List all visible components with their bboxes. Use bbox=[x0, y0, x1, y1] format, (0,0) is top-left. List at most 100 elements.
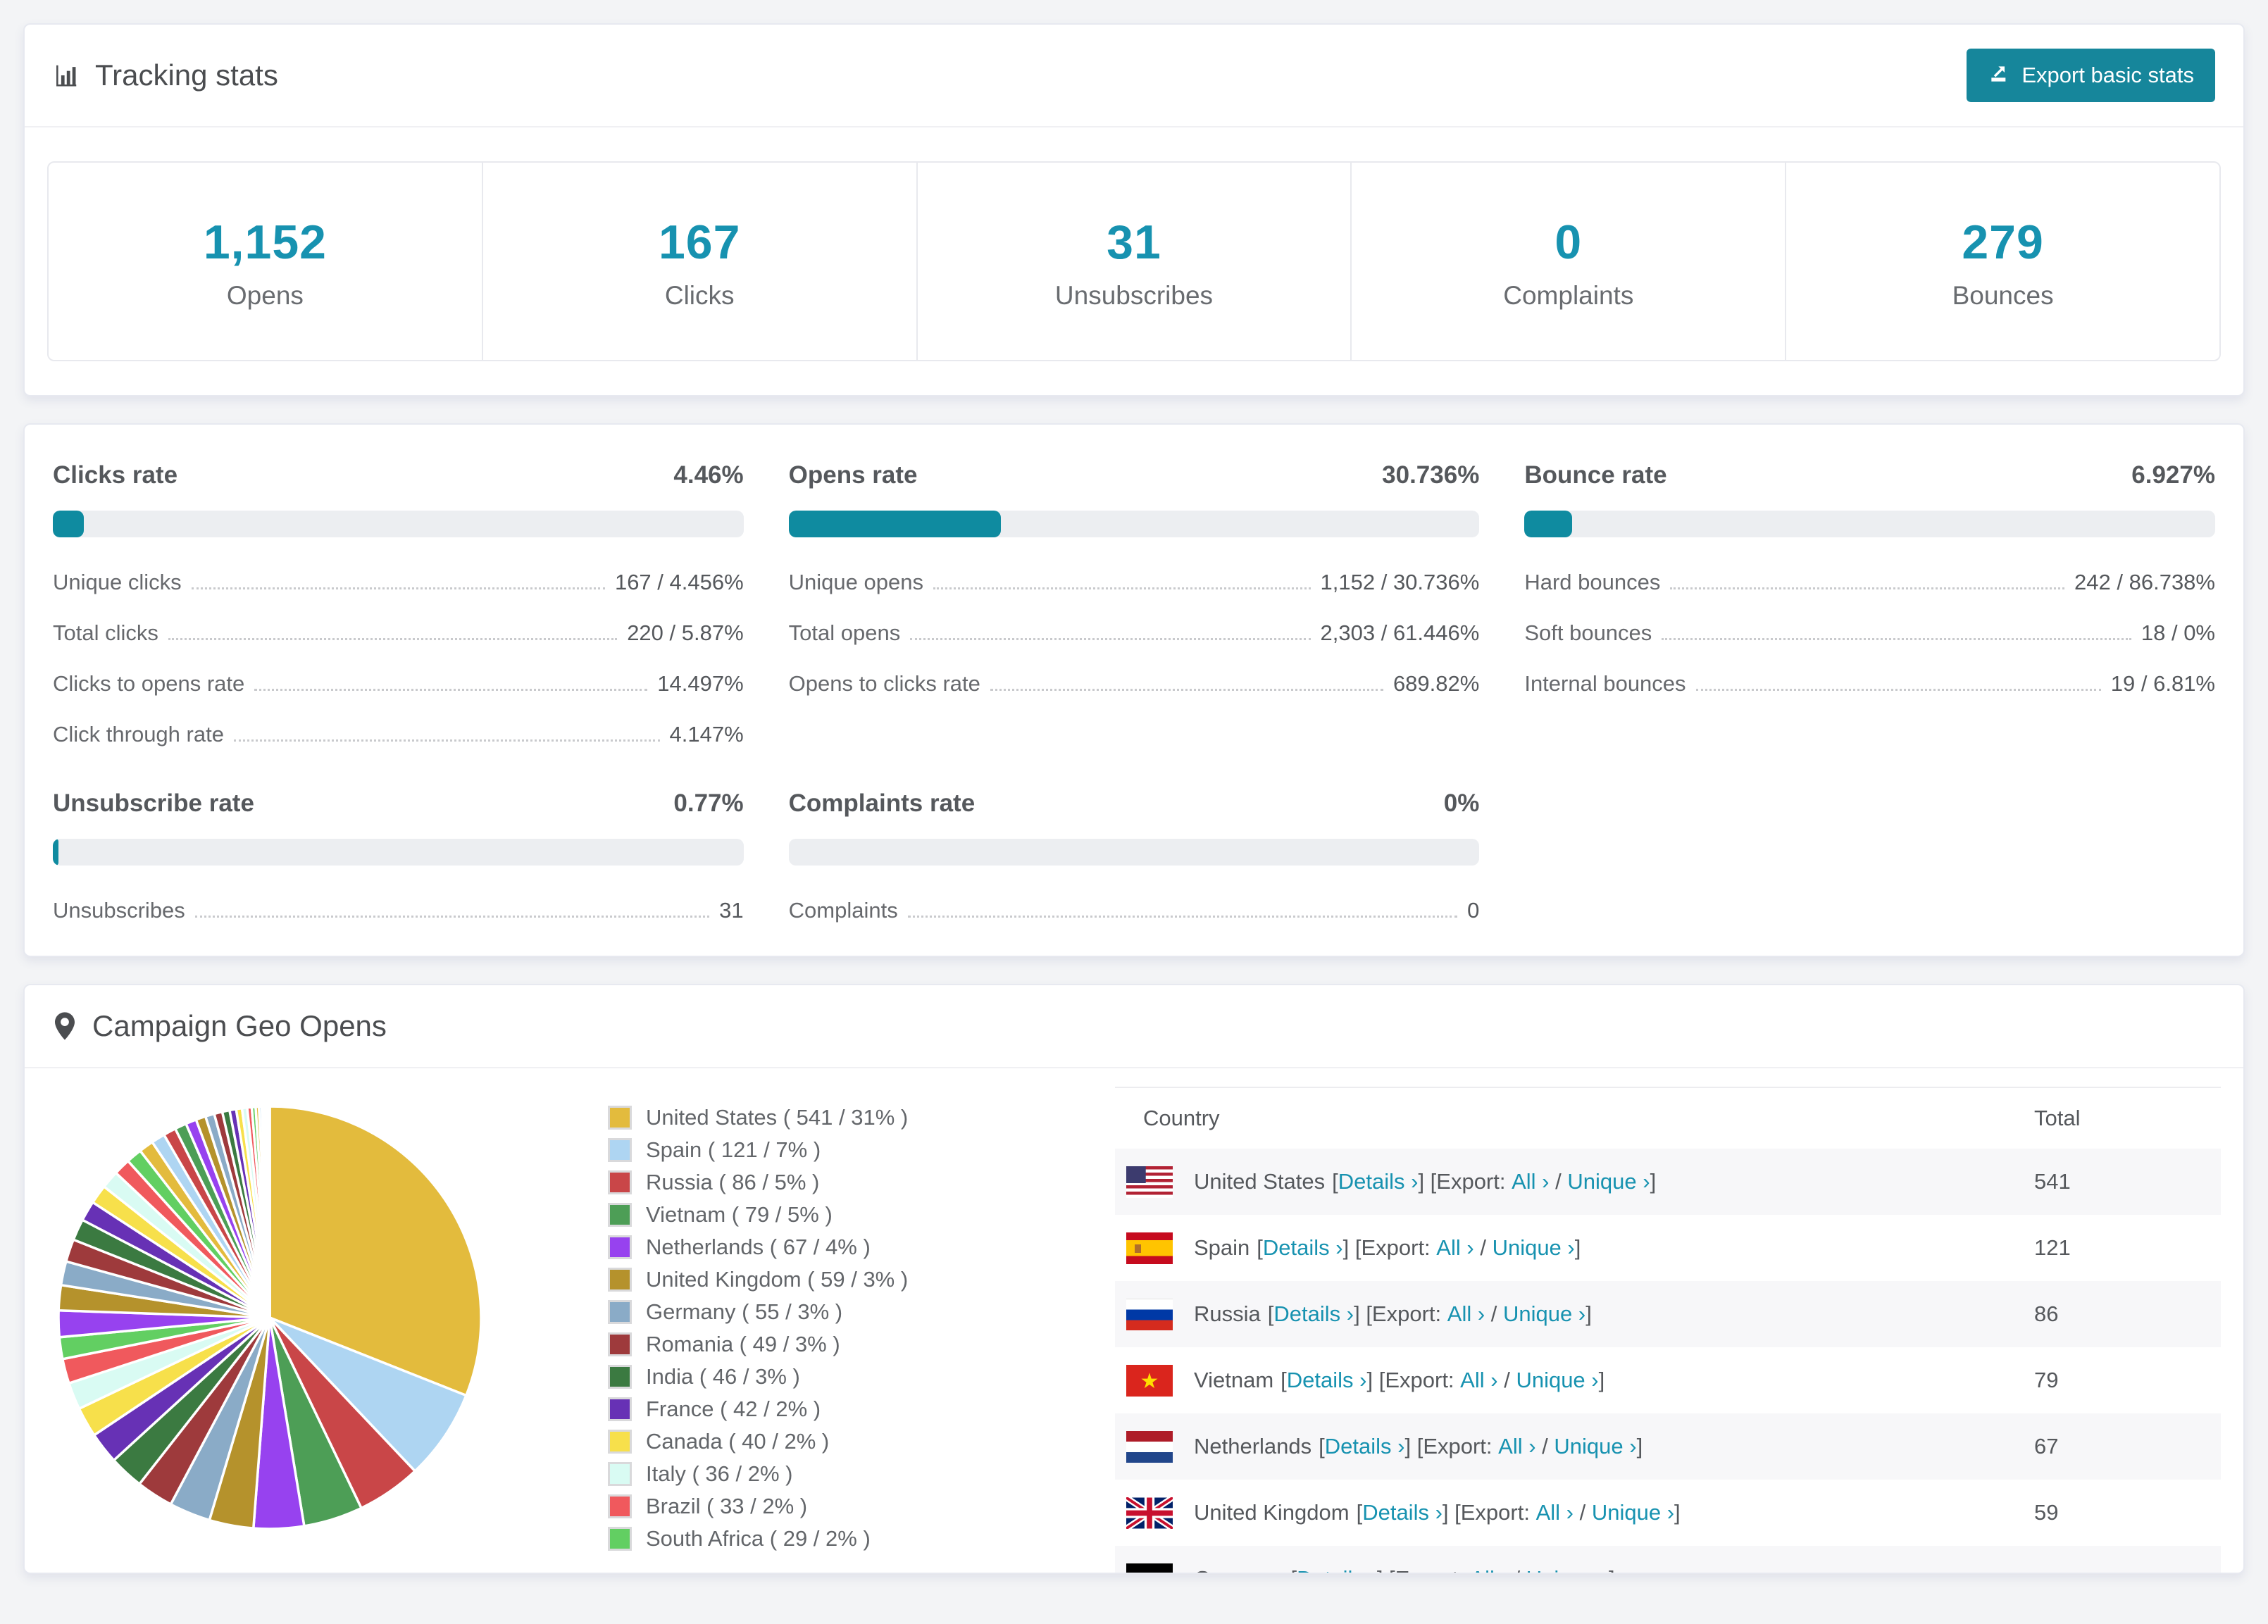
details-link[interactable]: Details › bbox=[1263, 1235, 1343, 1260]
metric-row: Opens to clicks rate 689.82% bbox=[788, 671, 1480, 696]
legend-item: Russia ( 86 / 5% ) bbox=[608, 1170, 1002, 1195]
export-all-link[interactable]: All › bbox=[1498, 1434, 1535, 1459]
unsubscribe-rate-block: Unsubscribe rate 0.77% Unsubscribes 31 bbox=[53, 789, 744, 923]
bounces-count: 279 bbox=[1962, 216, 2044, 269]
export-all-link[interactable]: All › bbox=[1447, 1301, 1485, 1326]
export-all-link[interactable]: All › bbox=[1436, 1235, 1473, 1260]
stat-clicks: 167 Clicks bbox=[483, 163, 918, 360]
export-unique-link[interactable]: Unique › bbox=[1516, 1368, 1598, 1392]
clicks-rate-value: 4.46% bbox=[673, 461, 744, 489]
complaints-rate-value: 0% bbox=[1443, 789, 1480, 817]
bounce-rate-block: Bounce rate 6.927% Hard bounces 242 / 86.… bbox=[1524, 461, 2215, 696]
legend-item: Vietnam ( 79 / 5% ) bbox=[608, 1202, 1002, 1228]
geo-pie-container bbox=[51, 1094, 502, 1548]
rates-grid: Clicks rate 4.46% Unique clicks 167 / 4.4… bbox=[25, 425, 2243, 956]
legend-item: Canada ( 40 / 2% ) bbox=[608, 1429, 1002, 1454]
stat-unsubscribes: 31 Unsubscribes bbox=[918, 163, 1352, 360]
export-all-link[interactable]: All › bbox=[1460, 1368, 1497, 1392]
opens-rate-block: Opens rate 30.736% Unique opens 1,152 / 3… bbox=[788, 461, 1480, 696]
stats-row: 1,152 Opens 167 Clicks 31 Unsubscribes 0… bbox=[47, 161, 2221, 361]
metric-row: Internal bounces 19 / 6.81% bbox=[1524, 671, 2215, 696]
details-link[interactable]: Details › bbox=[1287, 1368, 1367, 1392]
unsubscribes-count: 31 bbox=[1107, 216, 1161, 269]
legend-swatch bbox=[608, 1397, 632, 1421]
export-all-link[interactable]: All › bbox=[1470, 1566, 1507, 1573]
metric-row: Soft bounces 18 / 0% bbox=[1524, 620, 2215, 645]
export-basic-stats-button[interactable]: Export basic stats bbox=[1967, 49, 2215, 102]
clicks-rate-block: Clicks rate 4.46% Unique clicks 167 / 4.4… bbox=[53, 461, 744, 747]
export-all-link[interactable]: All › bbox=[1512, 1169, 1549, 1194]
complaints-rate-block: Complaints rate 0% Complaints 0 bbox=[788, 789, 1480, 923]
legend-swatch bbox=[608, 1138, 632, 1162]
legend-swatch bbox=[608, 1527, 632, 1551]
legend-swatch bbox=[608, 1268, 632, 1292]
details-link[interactable]: Details › bbox=[1338, 1169, 1419, 1194]
bar-chart-icon bbox=[53, 62, 80, 89]
opens-rate-progressbar bbox=[788, 511, 1480, 537]
vietnam-flag-icon bbox=[1126, 1364, 1173, 1397]
bounce-rate-value: 6.927% bbox=[2131, 461, 2215, 489]
export-unique-link[interactable]: Unique › bbox=[1493, 1235, 1575, 1260]
total-cell: 59 bbox=[2034, 1500, 2059, 1525]
total-column-header: Total bbox=[2034, 1106, 2081, 1130]
metric-row: Complaints 0 bbox=[788, 898, 1480, 923]
export-all-link[interactable]: All › bbox=[1536, 1500, 1574, 1525]
stat-bounces: 279 Bounces bbox=[1786, 163, 2219, 360]
uk-flag-icon bbox=[1126, 1497, 1173, 1529]
total-cell: 79 bbox=[2034, 1368, 2059, 1392]
clicks-count: 167 bbox=[658, 216, 741, 269]
details-link[interactable]: Details › bbox=[1362, 1500, 1443, 1525]
table-row: Russia [Details ›] [Export: All › / Uniqu… bbox=[1115, 1281, 2221, 1347]
metric-row: Total opens 2,303 / 61.446% bbox=[788, 620, 1480, 645]
russia-flag-icon bbox=[1126, 1298, 1173, 1330]
table-row: Vietnam[Details ›] [Export: All › / Uniq… bbox=[1115, 1347, 2221, 1413]
geo-title: Campaign Geo Opens bbox=[53, 1009, 387, 1043]
legend-swatch bbox=[608, 1203, 632, 1227]
export-unique-link[interactable]: Unique › bbox=[1592, 1500, 1674, 1525]
map-pin-icon bbox=[53, 1011, 77, 1041]
legend-item: Netherlands ( 67 / 4% ) bbox=[608, 1235, 1002, 1260]
geo-country-table: Country Total United States [Details ›] [… bbox=[1115, 1087, 2221, 1573]
clicks-rate-progressbar bbox=[53, 511, 744, 537]
export-unique-link[interactable]: Unique › bbox=[1526, 1566, 1609, 1573]
total-cell: 541 bbox=[2034, 1169, 2071, 1194]
details-link[interactable]: Details › bbox=[1297, 1566, 1377, 1573]
legend-item: Romania ( 49 / 3% ) bbox=[608, 1332, 1002, 1357]
legend-swatch bbox=[608, 1170, 632, 1194]
complaints-count: 0 bbox=[1554, 216, 1583, 269]
geo-opens-pie-chart[interactable] bbox=[51, 1094, 502, 1544]
metric-row: Clicks to opens rate 14.497% bbox=[53, 671, 744, 696]
total-cell: 67 bbox=[2034, 1434, 2059, 1459]
legend-swatch bbox=[608, 1462, 632, 1486]
export-unique-link[interactable]: Unique › bbox=[1503, 1301, 1585, 1326]
legend-swatch bbox=[608, 1430, 632, 1454]
legend-item: South Africa ( 29 / 2% ) bbox=[608, 1526, 1002, 1551]
legend-swatch bbox=[608, 1365, 632, 1389]
germany-flag-icon bbox=[1126, 1563, 1173, 1573]
details-link[interactable]: Details › bbox=[1325, 1434, 1405, 1459]
stats-summary: 1,152 Opens 167 Clicks 31 Unsubscribes 0… bbox=[25, 127, 2243, 395]
rates-card: Clicks rate 4.46% Unique clicks 167 / 4.4… bbox=[23, 423, 2245, 957]
total-cell: 86 bbox=[2034, 1301, 2059, 1326]
legend-item: Germany ( 55 / 3% ) bbox=[608, 1299, 1002, 1325]
legend-item: India ( 46 / 3% ) bbox=[608, 1364, 1002, 1389]
total-cell: 121 bbox=[2034, 1235, 2071, 1260]
metric-row: Unique opens 1,152 / 30.736% bbox=[788, 570, 1480, 594]
details-link[interactable]: Details › bbox=[1273, 1301, 1354, 1326]
country-column-header: Country bbox=[1143, 1106, 1220, 1130]
stat-opens: 1,152 Opens bbox=[49, 163, 483, 360]
complaints-rate-progressbar bbox=[788, 839, 1480, 866]
tracking-stats-card: Tracking stats Export basic stats 1,152 … bbox=[23, 23, 2245, 396]
metric-row: Hard bounces 242 / 86.738% bbox=[1524, 570, 2215, 594]
export-unique-link[interactable]: Unique › bbox=[1554, 1434, 1636, 1459]
unsubscribe-rate-value: 0.77% bbox=[673, 789, 744, 817]
metric-row: Click through rate 4.147% bbox=[53, 722, 744, 747]
tracking-stats-header: Tracking stats Export basic stats bbox=[25, 25, 2243, 127]
table-row: Spain [Details ›] [Export: All › / Unique… bbox=[1115, 1215, 2221, 1281]
table-header: Country Total bbox=[1115, 1087, 2221, 1149]
legend-swatch bbox=[608, 1300, 632, 1324]
spain-flag-icon bbox=[1126, 1232, 1173, 1264]
table-row: United Kingdom [Details ›] [Export: All ›… bbox=[1115, 1480, 2221, 1546]
opens-rate-value: 30.736% bbox=[1382, 461, 1480, 489]
export-unique-link[interactable]: Unique › bbox=[1567, 1169, 1650, 1194]
